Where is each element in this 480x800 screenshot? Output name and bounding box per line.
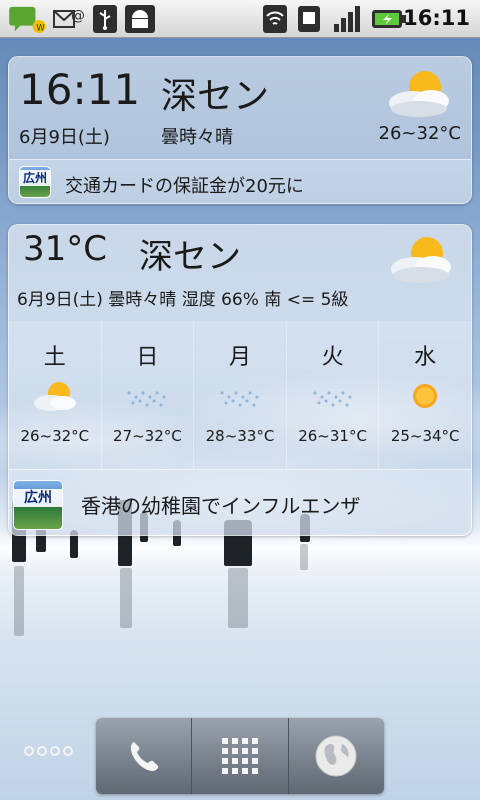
day-temp: 25~34°C <box>390 427 460 445</box>
forecast-day: 日 27~32°C <box>101 321 195 469</box>
phone-button[interactable] <box>96 718 193 794</box>
widget-time: 16:11 <box>19 65 141 114</box>
rain-icon <box>127 391 166 407</box>
svg-text:W: W <box>36 22 45 32</box>
sim-icon <box>298 6 320 32</box>
usb-icon <box>93 5 117 33</box>
messaging-icon: W <box>9 6 46 34</box>
partly-cloudy-icon <box>33 382 76 411</box>
forecast-day: 水 25~34°C <box>379 321 471 469</box>
partly-cloudy-icon <box>389 71 449 117</box>
launcher-dock <box>96 718 384 794</box>
forecast-day: 月 28~33°C <box>194 321 287 469</box>
forecast-day: 火 26~31°C <box>286 321 380 469</box>
forecast-widget[interactable]: 31°C 深セン 6月9日(土) 曇時々晴 湿度 66% 南 <= 5級 土 2… <box>8 224 472 536</box>
clock-weather-widget[interactable]: 16:11 深セン 6月9日(土) 曇時々晴 26~32°C 広州 交通カードの… <box>8 56 472 204</box>
news-headline[interactable]: 香港の幼稚園でインフルエンザ <box>81 490 360 519</box>
app-drawer-button[interactable] <box>192 718 289 794</box>
city-news-badge: 広州 <box>19 166 51 198</box>
svg-text:@: @ <box>71 8 85 24</box>
widget-temp-range: 26~32°C <box>378 123 461 144</box>
sun-icon <box>413 384 438 408</box>
day-temp: 26~31°C <box>298 427 367 445</box>
day-name: 土 <box>43 345 66 370</box>
day-temp: 27~32°C <box>113 427 182 445</box>
status-clock: 16:11 <box>403 6 470 30</box>
news-ticker[interactable]: 広州 交通カードの保証金が20元に <box>9 159 471 203</box>
phone-icon <box>130 742 158 771</box>
day-name: 火 <box>321 345 344 370</box>
status-bar: W @ 16:11 <box>0 0 480 38</box>
day-name: 水 <box>414 345 437 370</box>
signal-icon <box>334 6 360 32</box>
page-indicator[interactable] <box>24 746 73 756</box>
forecast-days: 土 26~32°C 日 27~32°C 月 28~33°C 火 26~31°C … <box>9 321 471 469</box>
current-temp: 31°C <box>23 229 108 269</box>
rain-icon <box>313 391 352 407</box>
rain-icon <box>220 391 259 407</box>
day-name: 月 <box>228 345 251 370</box>
widget-condition: 曇時々晴 <box>161 127 233 148</box>
wifi-icon <box>263 5 287 33</box>
widget-date: 6月9日(土) <box>19 127 110 148</box>
forecast-city: 深セン <box>139 237 241 277</box>
forecast-detail: 6月9日(土) 曇時々晴 湿度 66% 南 <= 5級 <box>17 290 349 310</box>
news-ticker[interactable]: 広州 香港の幼稚園でインフルエンザ <box>9 469 471 535</box>
widget-city: 深セン <box>161 76 270 117</box>
partly-cloudy-icon <box>391 237 451 283</box>
forecast-day: 土 26~32°C <box>9 321 102 469</box>
android-debug-icon <box>125 5 155 33</box>
day-name: 日 <box>136 345 159 370</box>
browser-globe-icon <box>315 735 357 777</box>
app-grid-icon <box>221 738 258 774</box>
day-temp: 28~33°C <box>205 427 275 445</box>
news-headline[interactable]: 交通カードの保証金が20元に <box>65 172 304 198</box>
city-news-badge: 広州 <box>13 480 63 530</box>
browser-button[interactable] <box>288 718 384 794</box>
email-at-icon: @ <box>53 8 85 28</box>
day-temp: 26~32°C <box>20 427 90 445</box>
